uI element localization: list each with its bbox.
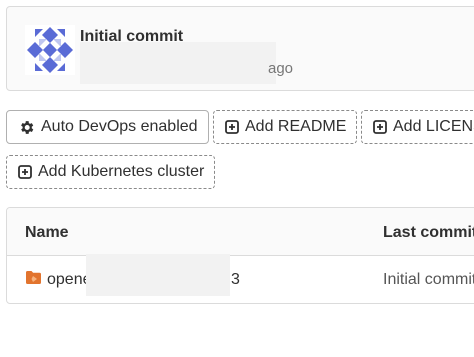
last-commit-link[interactable]: Initial commit bbox=[383, 271, 474, 289]
redacted-block bbox=[86, 254, 230, 296]
gear-icon bbox=[18, 119, 35, 136]
file-tree-table: Name Last commit opene 3 Initial commit bbox=[6, 207, 474, 304]
redacted-block bbox=[80, 42, 276, 84]
table-header: Name Last commit bbox=[7, 208, 474, 256]
add-kubernetes-cluster-label: Add Kubernetes cluster bbox=[38, 163, 205, 180]
plus-square-icon bbox=[373, 120, 387, 134]
auto-devops-label: Auto DevOps enabled bbox=[41, 118, 198, 135]
file-name-link[interactable]: opene bbox=[47, 271, 92, 289]
column-header-name: Name bbox=[25, 224, 69, 241]
column-header-last-commit: Last commit bbox=[383, 224, 474, 241]
plus-square-icon bbox=[225, 120, 239, 134]
add-license-label: Add LICENSE bbox=[393, 118, 474, 135]
commit-meta: ago bbox=[80, 42, 294, 84]
add-readme-label: Add README bbox=[245, 118, 347, 135]
table-row[interactable]: opene 3 Initial commit bbox=[7, 256, 474, 303]
file-name-suffix: 3 bbox=[231, 271, 240, 288]
folder-icon bbox=[25, 270, 42, 290]
add-license-button[interactable]: Add LICENSE bbox=[361, 110, 474, 144]
avatar[interactable] bbox=[25, 25, 75, 75]
auto-devops-button[interactable]: Auto DevOps enabled bbox=[6, 110, 209, 144]
add-kubernetes-cluster-button[interactable]: Add Kubernetes cluster bbox=[6, 155, 216, 189]
add-readme-button[interactable]: Add README bbox=[213, 110, 358, 144]
plus-square-icon bbox=[18, 165, 32, 179]
last-commit-card: Initial commit ago bbox=[6, 6, 474, 91]
commit-time-suffix: ago bbox=[268, 59, 294, 77]
